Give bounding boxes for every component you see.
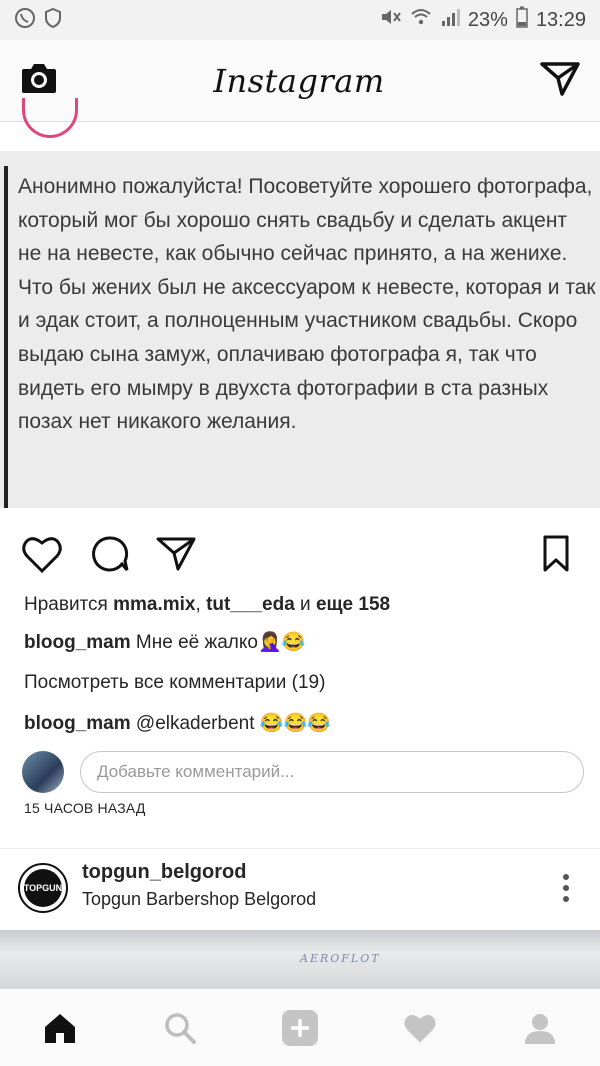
instagram-logo: Instagram [213,61,385,100]
status-bar: 23% 13:29 [0,0,600,40]
direct-message-icon[interactable] [540,60,580,101]
like-user-link[interactable]: mma.mix [113,594,195,615]
post-actions [0,522,600,582]
comment-username[interactable]: bloog_mam [24,632,131,653]
camera-icon[interactable] [20,61,58,100]
clock: 13:29 [535,8,586,31]
add-post-icon[interactable] [270,998,330,1058]
post-image-text: Анонимно пожалуйста! Посоветуйте хорошег… [18,175,596,434]
comment-emoji: 😂😂😂 [259,713,331,734]
shield-icon [44,7,62,34]
battery-percent: 23% [467,8,508,31]
avatar [22,751,64,793]
bookmark-icon[interactable] [534,532,578,576]
search-icon[interactable] [150,998,210,1058]
quote-bar [4,166,8,508]
post-image[interactable]: AEROFLOT [0,930,600,988]
comment: bloog_mam Мне её жалко🤦‍♀️😂 [24,630,584,654]
home-icon[interactable] [30,998,90,1058]
post-header [0,98,600,152]
more-options-icon[interactable] [562,873,570,903]
likes-separator: , [195,594,201,615]
view-all-comments-link[interactable]: Посмотреть все комментарии (19) [24,672,584,694]
comment: bloog_mam @elkaderbent 😂😂😂 [24,711,584,735]
viber-icon [14,7,36,34]
comment-mention[interactable]: @elkaderbent [136,713,255,734]
avatar-logo-text: TOPGUN [24,869,62,907]
share-icon[interactable] [154,532,198,576]
heart-icon[interactable] [20,532,64,576]
likes-prefix: Нравится [24,594,108,615]
likes-line: Нравится mma.mix, tut___eda и еще 158 [24,594,584,616]
image-text: AEROFLOT [300,952,381,965]
battery-icon [516,6,528,34]
post-location[interactable]: Topgun Barbershop Belgorod [82,889,316,910]
avatar[interactable]: TOPGUN [18,863,68,913]
app-bar: Instagram [0,40,600,122]
comment-text: Мне её жалко [135,632,258,653]
profile-icon[interactable] [510,998,570,1058]
add-comment-row: Добавьте комментарий... [22,748,584,796]
mute-icon [380,7,402,33]
post-header: TOPGUN topgun_belgorod Topgun Barbershop… [0,848,600,928]
signal-icon [440,7,460,33]
like-user-link[interactable]: tut___eda [206,594,295,615]
post-username[interactable]: topgun_belgorod [82,861,246,884]
likes-more-link[interactable]: еще 158 [316,594,390,615]
comment-icon[interactable] [88,532,132,576]
likes-and: и [300,594,311,615]
comment-username[interactable]: bloog_mam [24,713,131,734]
activity-heart-icon[interactable] [390,998,450,1058]
avatar[interactable] [22,98,78,138]
post-image[interactable]: Анонимно пожалуйста! Посоветуйте хорошег… [0,152,600,508]
wifi-icon [410,7,432,33]
comment-input[interactable]: Добавьте комментарий... [80,751,584,793]
bottom-tab-bar [0,988,600,1066]
comment-emoji: 🤦‍♀️😂 [257,632,306,653]
post-timestamp: 15 ЧАСОВ НАЗАД [24,800,146,816]
